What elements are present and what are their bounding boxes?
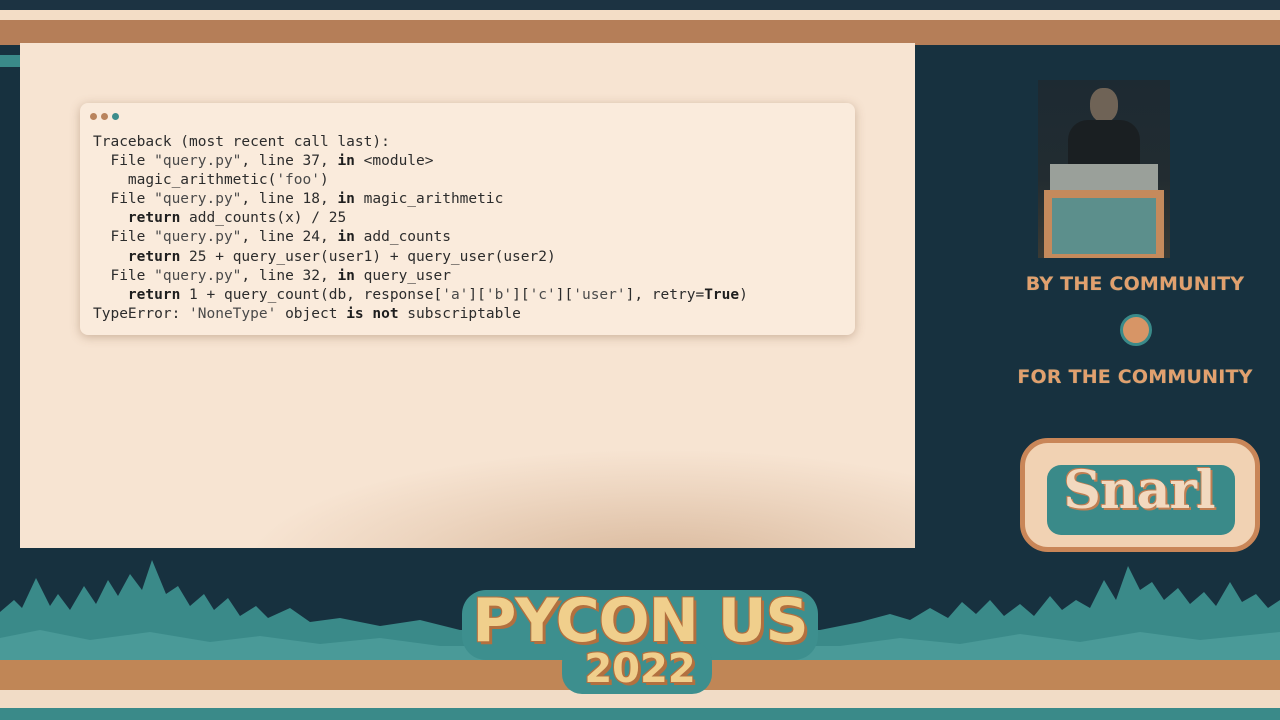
code-string: "query.py" bbox=[154, 229, 242, 246]
window-controls bbox=[90, 113, 119, 120]
code-text: magic_arithmetic( bbox=[93, 172, 277, 189]
code-text: 25 + query_user(user1) + query_user(user… bbox=[180, 248, 556, 265]
tagline-by-community: BY THE COMMUNITY bbox=[1025, 273, 1245, 295]
code-string: 'NoneType' bbox=[189, 305, 277, 322]
mascot-badge-logo: Snarl bbox=[1020, 438, 1260, 552]
code-text: File bbox=[93, 153, 155, 170]
code-keyword: in bbox=[337, 153, 355, 170]
code-text: <module> bbox=[354, 153, 434, 170]
tagline-for-community: FOR THE COMMUNITY bbox=[1017, 366, 1253, 388]
traceback-code: Traceback (most recent call last): File … bbox=[93, 133, 748, 324]
code-string: 'b' bbox=[485, 286, 513, 303]
code-keyword: in bbox=[337, 229, 355, 246]
code-line: File "query.py", line 24, in add_counts bbox=[93, 228, 748, 247]
code-text: File bbox=[93, 267, 155, 284]
window-dot-icon bbox=[90, 113, 97, 120]
pycon-logo: PYCON US 2022 bbox=[462, 582, 818, 710]
speaker-head bbox=[1090, 88, 1118, 122]
laptop bbox=[1050, 164, 1158, 190]
window-dot-icon bbox=[112, 113, 119, 120]
code-string: 'foo' bbox=[276, 172, 320, 189]
code-line: return add_counts(x) / 25 bbox=[93, 209, 748, 228]
code-text: , line 32, bbox=[241, 267, 338, 284]
code-text: TypeError: bbox=[93, 305, 190, 322]
code-text: 1 + query_count(db, response[ bbox=[180, 286, 443, 303]
top-orange-band bbox=[0, 20, 1280, 45]
code-text: ], retry= bbox=[625, 286, 705, 303]
code-keyword: return bbox=[127, 286, 181, 303]
top-cream-band bbox=[0, 10, 1280, 20]
code-line: File "query.py", line 37, in <module> bbox=[93, 152, 748, 171]
code-text: add_counts(x) / 25 bbox=[180, 210, 347, 227]
code-line: return 1 + query_count(db, response['a']… bbox=[93, 286, 748, 305]
code-keyword: in bbox=[337, 191, 355, 208]
code-text: subscriptable bbox=[398, 305, 521, 322]
speaker-video-feed bbox=[1038, 80, 1170, 258]
code-keyword: True bbox=[704, 286, 740, 303]
code-text: magic_arithmetic bbox=[354, 191, 504, 208]
podium-logo bbox=[1052, 198, 1156, 254]
window-dot-icon bbox=[101, 113, 108, 120]
code-line: return 25 + query_user(user1) + query_us… bbox=[93, 248, 748, 267]
code-string: 'user' bbox=[573, 286, 626, 303]
code-line: magic_arithmetic('foo') bbox=[93, 171, 748, 190]
code-text: ][ bbox=[468, 286, 486, 303]
code-line: TypeError: 'NoneType' object is not subs… bbox=[93, 305, 748, 324]
code-text: ) bbox=[739, 286, 748, 303]
code-string: 'c' bbox=[529, 286, 556, 303]
code-text: ) bbox=[319, 172, 329, 189]
code-keyword: is not bbox=[346, 305, 399, 322]
code-window: Traceback (most recent call last): File … bbox=[80, 103, 855, 335]
code-string: 'a' bbox=[442, 286, 469, 303]
code-text: Traceback (most recent call last): bbox=[93, 134, 390, 150]
presentation-slide: Traceback (most recent call last): File … bbox=[20, 43, 915, 548]
code-text: , line 24, bbox=[241, 229, 338, 246]
slide-speckle-texture bbox=[240, 448, 915, 548]
code-string: "query.py" bbox=[154, 267, 242, 284]
code-text: ][ bbox=[555, 286, 574, 303]
code-text: , line 37, bbox=[241, 153, 338, 170]
code-keyword: return bbox=[127, 248, 181, 265]
code-text: query_user bbox=[354, 267, 451, 284]
left-teal-accent bbox=[0, 55, 20, 67]
event-year: 2022 bbox=[584, 646, 696, 692]
badge-word: Snarl bbox=[1063, 460, 1215, 521]
code-string: "query.py" bbox=[154, 153, 242, 170]
code-keyword: return bbox=[127, 210, 181, 227]
code-text: File bbox=[93, 191, 155, 208]
code-text: , line 18, bbox=[241, 191, 338, 208]
code-text: object bbox=[276, 305, 347, 322]
code-text: add_counts bbox=[354, 229, 451, 246]
code-string: "query.py" bbox=[154, 191, 242, 208]
circle-divider-icon bbox=[1120, 314, 1152, 346]
code-line: File "query.py", line 18, in magic_arith… bbox=[93, 190, 748, 209]
top-frame-band bbox=[0, 0, 1280, 10]
code-line: Traceback (most recent call last): bbox=[93, 133, 748, 152]
code-keyword: in bbox=[337, 267, 355, 284]
code-line: File "query.py", line 32, in query_user bbox=[93, 267, 748, 286]
code-text: File bbox=[93, 229, 155, 246]
code-text: ][ bbox=[512, 286, 530, 303]
